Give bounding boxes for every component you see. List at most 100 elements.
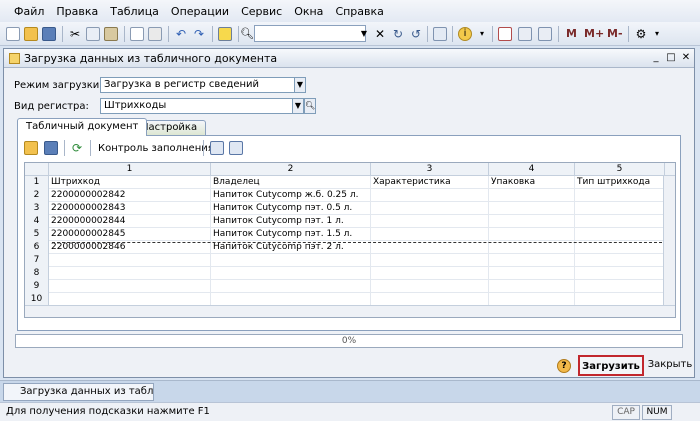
column-number[interactable]: 4 <box>489 163 575 176</box>
clear-search-icon[interactable]: ✕ <box>373 27 387 41</box>
move-down-icon[interactable] <box>229 141 243 155</box>
save-icon[interactable] <box>44 141 58 155</box>
table-cell[interactable] <box>371 267 489 280</box>
paste-icon[interactable] <box>104 27 118 41</box>
calendar-icon[interactable] <box>498 27 512 41</box>
dropdown-icon[interactable]: ▾ <box>475 27 489 41</box>
chevron-down-icon[interactable]: ▼ <box>292 98 304 114</box>
table-cell[interactable]: 2200000002842 <box>49 189 211 202</box>
memory-minus-button[interactable]: M- <box>607 27 623 40</box>
table-cell[interactable] <box>489 189 575 202</box>
table-cell[interactable] <box>575 267 665 280</box>
column-number[interactable]: 5 <box>575 163 665 176</box>
chevron-down-icon[interactable]: ▼ <box>294 77 306 93</box>
fill-control-button[interactable]: Контроль заполнения <box>98 143 214 154</box>
preview-icon[interactable] <box>148 27 162 41</box>
print-icon[interactable] <box>130 27 144 41</box>
search-icon[interactable]: 🔍︎ <box>304 98 316 114</box>
table-cell[interactable] <box>575 215 665 228</box>
table-cell[interactable]: 2200000002844 <box>49 215 211 228</box>
table-cell[interactable] <box>371 280 489 293</box>
table-cell[interactable] <box>49 280 211 293</box>
info-icon[interactable]: i <box>458 27 472 41</box>
table-cell[interactable] <box>489 254 575 267</box>
search-input[interactable] <box>254 25 366 42</box>
new-document-icon[interactable] <box>6 27 20 41</box>
cut-icon[interactable]: ✂ <box>68 27 82 41</box>
memory-plus-button[interactable]: M+ <box>584 27 604 40</box>
row-number[interactable]: 3 <box>25 202 49 215</box>
table-cell[interactable] <box>211 280 371 293</box>
menu-help[interactable]: Справка <box>335 5 383 18</box>
mode-select[interactable]: Загрузка в регистр сведений <box>100 77 304 93</box>
row-number[interactable]: 8 <box>25 267 49 280</box>
menu-operations[interactable]: Операции <box>171 5 229 18</box>
table-cell[interactable] <box>49 254 211 267</box>
table-cell[interactable] <box>211 267 371 280</box>
find-prev-icon[interactable]: ↺ <box>409 27 423 41</box>
column-number[interactable]: 2 <box>211 163 371 176</box>
table-cell[interactable] <box>371 254 489 267</box>
table-cell[interactable] <box>489 228 575 241</box>
table-cell[interactable]: Напиток Cutycomp пэт. 0.5 л. <box>211 202 371 215</box>
table-cell[interactable]: Напиток Cutycomp пэт. 1.5 л. <box>211 228 371 241</box>
table-cell[interactable] <box>575 189 665 202</box>
chevron-down-icon[interactable]: ▼ <box>358 25 370 42</box>
calculator-icon[interactable] <box>218 27 232 41</box>
maximize-icon[interactable]: □ <box>664 51 678 65</box>
table-cell[interactable] <box>489 215 575 228</box>
row-number[interactable]: 6 <box>25 241 49 254</box>
table-cell[interactable] <box>575 254 665 267</box>
close-button[interactable]: Закрыть <box>646 355 694 376</box>
row-number[interactable]: 9 <box>25 280 49 293</box>
windows-icon[interactable] <box>433 27 447 41</box>
close-icon[interactable]: ✕ <box>679 51 693 65</box>
table-cell[interactable]: Владелец <box>211 176 371 189</box>
redo-icon[interactable]: ↷ <box>192 27 206 41</box>
refresh-icon[interactable]: ⟳ <box>70 141 84 155</box>
taskbar-tab-load-data[interactable]: Загрузка данных из таблич... <box>3 383 154 401</box>
table-cell[interactable]: Тип штрихкода <box>575 176 665 189</box>
grid-icon[interactable] <box>538 27 552 41</box>
row-number[interactable]: 5 <box>25 228 49 241</box>
menu-edit[interactable]: Правка <box>56 5 98 18</box>
table-cell[interactable] <box>371 228 489 241</box>
memory-button[interactable]: M <box>566 27 577 40</box>
table-cell[interactable] <box>575 280 665 293</box>
open-folder-icon[interactable] <box>24 27 38 41</box>
settings-icon[interactable]: ⚙ <box>634 27 648 41</box>
vertical-scrollbar[interactable] <box>663 176 675 306</box>
table-cell[interactable] <box>211 254 371 267</box>
table-cell[interactable] <box>489 280 575 293</box>
find-next-icon[interactable]: ↻ <box>391 27 405 41</box>
load-button[interactable]: Загрузить <box>578 355 644 376</box>
table-cell[interactable]: 2200000002843 <box>49 202 211 215</box>
table-icon[interactable] <box>518 27 532 41</box>
row-number[interactable]: 4 <box>25 215 49 228</box>
menu-service[interactable]: Сервис <box>241 5 282 18</box>
undo-icon[interactable]: ↶ <box>174 27 188 41</box>
register-select[interactable]: Штрихкоды <box>100 98 300 114</box>
menu-windows[interactable]: Окна <box>294 5 323 18</box>
table-cell[interactable] <box>575 228 665 241</box>
table-cell[interactable] <box>49 267 211 280</box>
search-icon[interactable]: 🔍︎ <box>240 27 254 41</box>
row-number[interactable]: 7 <box>25 254 49 267</box>
table-cell[interactable] <box>371 189 489 202</box>
row-number[interactable]: 1 <box>25 176 49 189</box>
open-folder-icon[interactable] <box>24 141 38 155</box>
table-cell[interactable]: 2200000002845 <box>49 228 211 241</box>
menu-table[interactable]: Таблица <box>110 5 159 18</box>
table-cell[interactable]: Напиток Cutycomp пэт. 1 л. <box>211 215 371 228</box>
column-number[interactable]: 3 <box>371 163 489 176</box>
menu-file[interactable]: Файл <box>14 5 44 18</box>
save-icon[interactable] <box>42 27 56 41</box>
column-number[interactable]: 1 <box>49 163 211 176</box>
move-up-icon[interactable] <box>210 141 224 155</box>
table-cell[interactable] <box>489 202 575 215</box>
table-cell[interactable]: Упаковка <box>489 176 575 189</box>
horizontal-scrollbar[interactable] <box>25 305 675 317</box>
tab-spreadsheet[interactable]: Табличный документ <box>17 118 148 136</box>
table-cell[interactable]: Характеристика <box>371 176 489 189</box>
table-cell[interactable] <box>575 202 665 215</box>
